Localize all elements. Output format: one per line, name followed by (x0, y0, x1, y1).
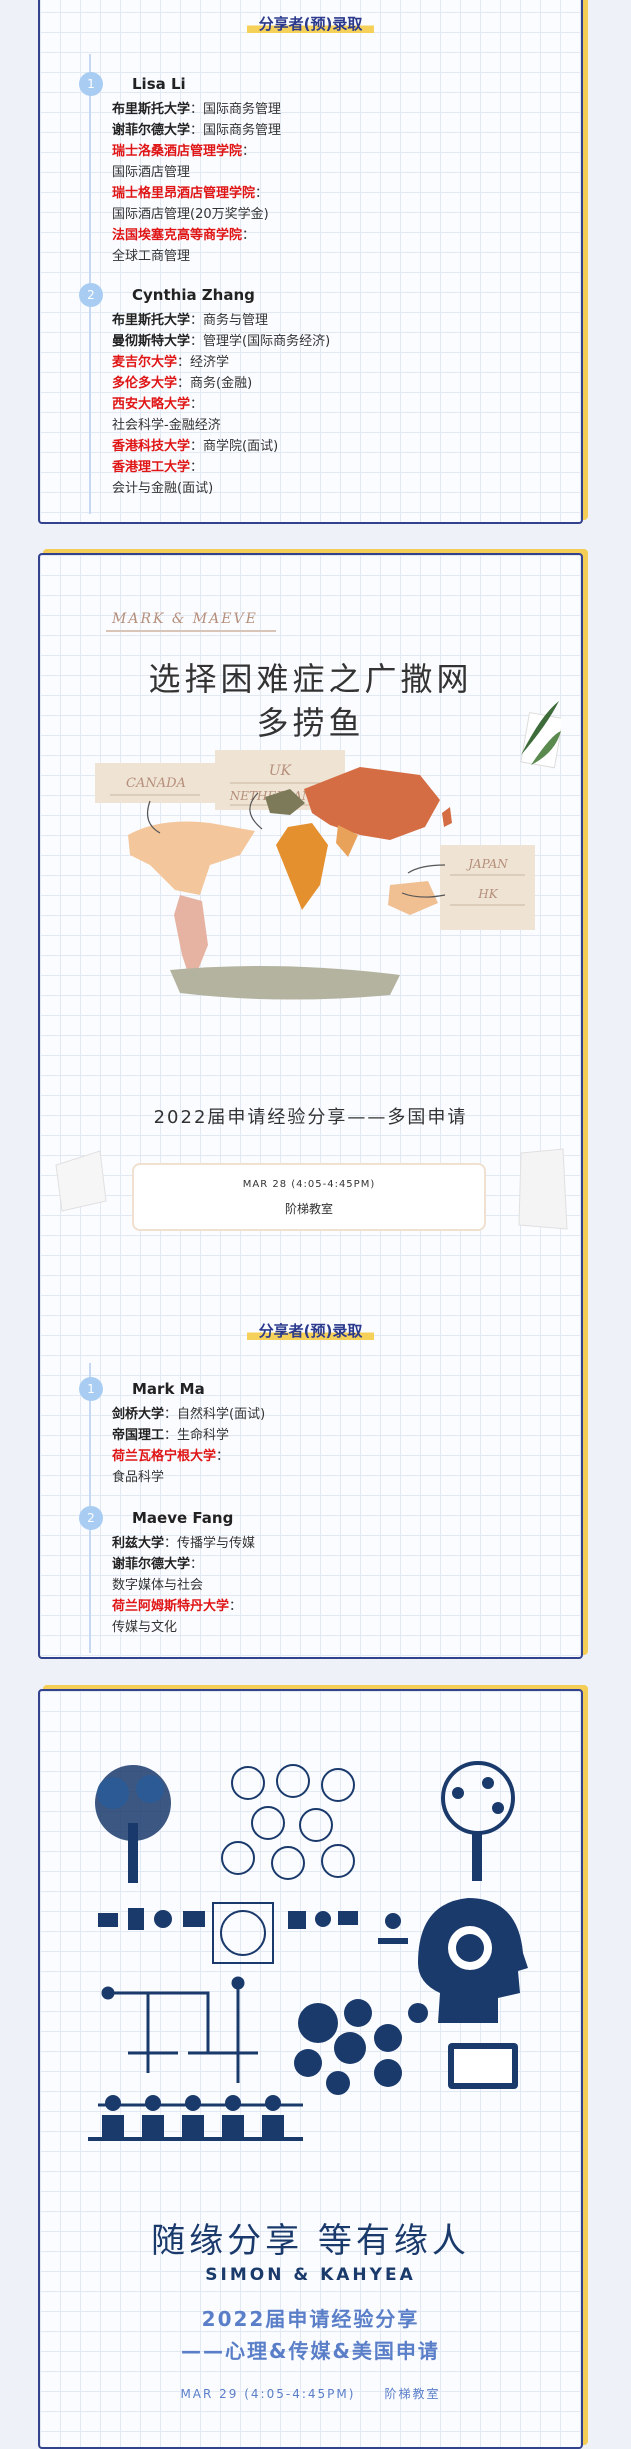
number-badge: 1 (79, 72, 103, 96)
event-date-place: MAR 29 (4:05-4:45PM) 阶梯教室 (40, 2385, 581, 2402)
admission-list: 布里斯托大学：国际商务管理 谢菲尔德大学：国际商务管理 瑞士洛桑酒店管理学院： … (112, 99, 281, 267)
world-map: CANADA UK NETHERLANDS JAPAN HK (95, 750, 535, 1000)
admission-program: 国际酒店管理 (112, 165, 191, 180)
event-title-line2: ——心理&传媒&美国申请 (181, 2339, 440, 2363)
admission-line: 瑞士格里昂酒店管理学院： (112, 186, 269, 201)
admission-line: 帝国理工：生命科学 (112, 1428, 230, 1443)
illustration-collage (88, 1761, 528, 2141)
admission-line: 荷兰阿姆斯特丹大学： (112, 1599, 243, 1614)
section-title: 分享者(预)录取 (246, 15, 375, 33)
admission-list: 剑桥大学：自然科学(面试) 帝国理工：生命科学 荷兰瓦格宁根大学： 食品科学 (112, 1404, 265, 1488)
event-title-line1: 2022届申请经验分享 (201, 2307, 420, 2331)
admission-line: 香港理工大学： (112, 460, 204, 475)
admission-line: 香港科技大学：商学院(面试) (112, 439, 279, 454)
admission-line: 布里斯托大学：商务与管理 (112, 313, 269, 328)
admission-line: 谢菲尔德大学：国际商务管理 (112, 123, 282, 138)
event-date: MAR 28 (4:05-4:45PM) (242, 1179, 376, 1190)
sharer-name: Cynthia Zhang (132, 286, 255, 304)
admission-program: 会计与金融(面试) (112, 481, 214, 496)
event-date: MAR 29 (4:05-4:45PM) (180, 2387, 356, 2401)
admission-program: 全球工商管理 (112, 249, 191, 264)
device-icons (98, 1902, 358, 1964)
brain-icon (441, 1761, 515, 1881)
admission-line: 布里斯托大学：国际商务管理 (112, 102, 282, 117)
paper-scrap-decoration (55, 1150, 107, 1212)
sharer-names: SIMON & KAHYEA (205, 2265, 416, 2285)
event-place: 阶梯教室 (384, 2387, 441, 2401)
number-badge: 2 (79, 1506, 103, 1530)
admission-program: 传媒与文化 (112, 1620, 178, 1635)
admission-line: 曼彻斯特大学：管理学(国际商务经济) (112, 334, 331, 349)
admission-line: 剑桥大学：自然科学(面试) (112, 1407, 266, 1422)
admissions-card-1: 分享者(预)录取 1 Lisa Li 布里斯托大学：国际商务管理 谢菲尔德大学：… (38, 0, 583, 524)
svg-text:UK: UK (269, 763, 293, 779)
map-label-japan-hk: JAPAN HK (440, 845, 535, 930)
map-label-canada: CANADA (95, 763, 217, 803)
admission-line: 麦吉尔大学：经济学 (112, 355, 230, 370)
tree-icon (95, 1765, 171, 1883)
head-silhouette-icon (378, 1898, 528, 2023)
admission-line: 荷兰瓦格宁根大学： (112, 1449, 230, 1464)
admission-line: 谢菲尔德大学： (112, 1557, 204, 1572)
admission-line: 利兹大学：传播学与传媒 (112, 1536, 256, 1551)
svg-text:CANADA: CANADA (126, 776, 186, 791)
section-title: 分享者(预)录取 (246, 1322, 375, 1340)
brand-label: MARK & MAEVE (112, 611, 258, 627)
event-card-psychology-media: 随缘分享 等有缘人 SIMON & KAHYEA 2022届申请经验分享 ——心… (38, 1689, 583, 2449)
admission-program: 国际酒店管理(20万奖学金) (112, 207, 269, 222)
event-place: 阶梯教室 (284, 1202, 333, 1216)
section-header: 分享者(预)录取 (40, 14, 581, 33)
sharer-name: Lisa Li (132, 75, 186, 93)
svg-text:HK: HK (477, 887, 498, 901)
poster-title-line1: 选择困难症之广撒网 (148, 660, 473, 698)
brand-underline (106, 630, 276, 632)
event-info-box: MAR 28 (4:05-4:45PM) 阶梯教室 (132, 1163, 486, 1231)
admission-line: 多伦多大学：商务(金融) (112, 376, 253, 391)
paper-scrap-decoration (518, 1148, 568, 1230)
people-row-icon (88, 2095, 303, 2141)
poster-slogan: 随缘分享 等有缘人 (151, 2221, 470, 2261)
number-badge: 1 (79, 1377, 103, 1401)
admission-program: 社会科学-金融经济 (112, 418, 221, 433)
admission-list: 利兹大学：传播学与传媒 谢菲尔德大学： 数字媒体与社会 荷兰阿姆斯特丹大学： 传… (112, 1533, 255, 1638)
admission-line: 法国埃塞克高等商学院： (112, 228, 256, 243)
sharer-name: Mark Ma (132, 1380, 205, 1398)
event-subtitle: 2022届申请经验分享——多国申请 (153, 1107, 468, 1128)
admission-line: 瑞士洛桑酒店管理学院： (112, 144, 256, 159)
admission-list: 布里斯托大学：商务与管理 曼彻斯特大学：管理学(国际商务经济) 麦吉尔大学：经济… (112, 310, 330, 499)
svg-text:JAPAN: JAPAN (465, 857, 508, 871)
number-badge: 2 (79, 283, 103, 307)
section-header: 分享者(预)录取 (40, 1321, 581, 1340)
admission-program: 数字媒体与社会 (112, 1578, 204, 1593)
admission-line: 西安大略大学： (112, 397, 204, 412)
admission-program: 食品科学 (112, 1470, 165, 1485)
event-card-multi-country: MARK & MAEVE 选择困难症之广撒网 多捞鱼 CANADA UK NET… (38, 553, 583, 1659)
sharer-name: Maeve Fang (132, 1509, 234, 1527)
network-icon (221, 1764, 355, 1880)
circuit-icon (101, 1976, 258, 2083)
